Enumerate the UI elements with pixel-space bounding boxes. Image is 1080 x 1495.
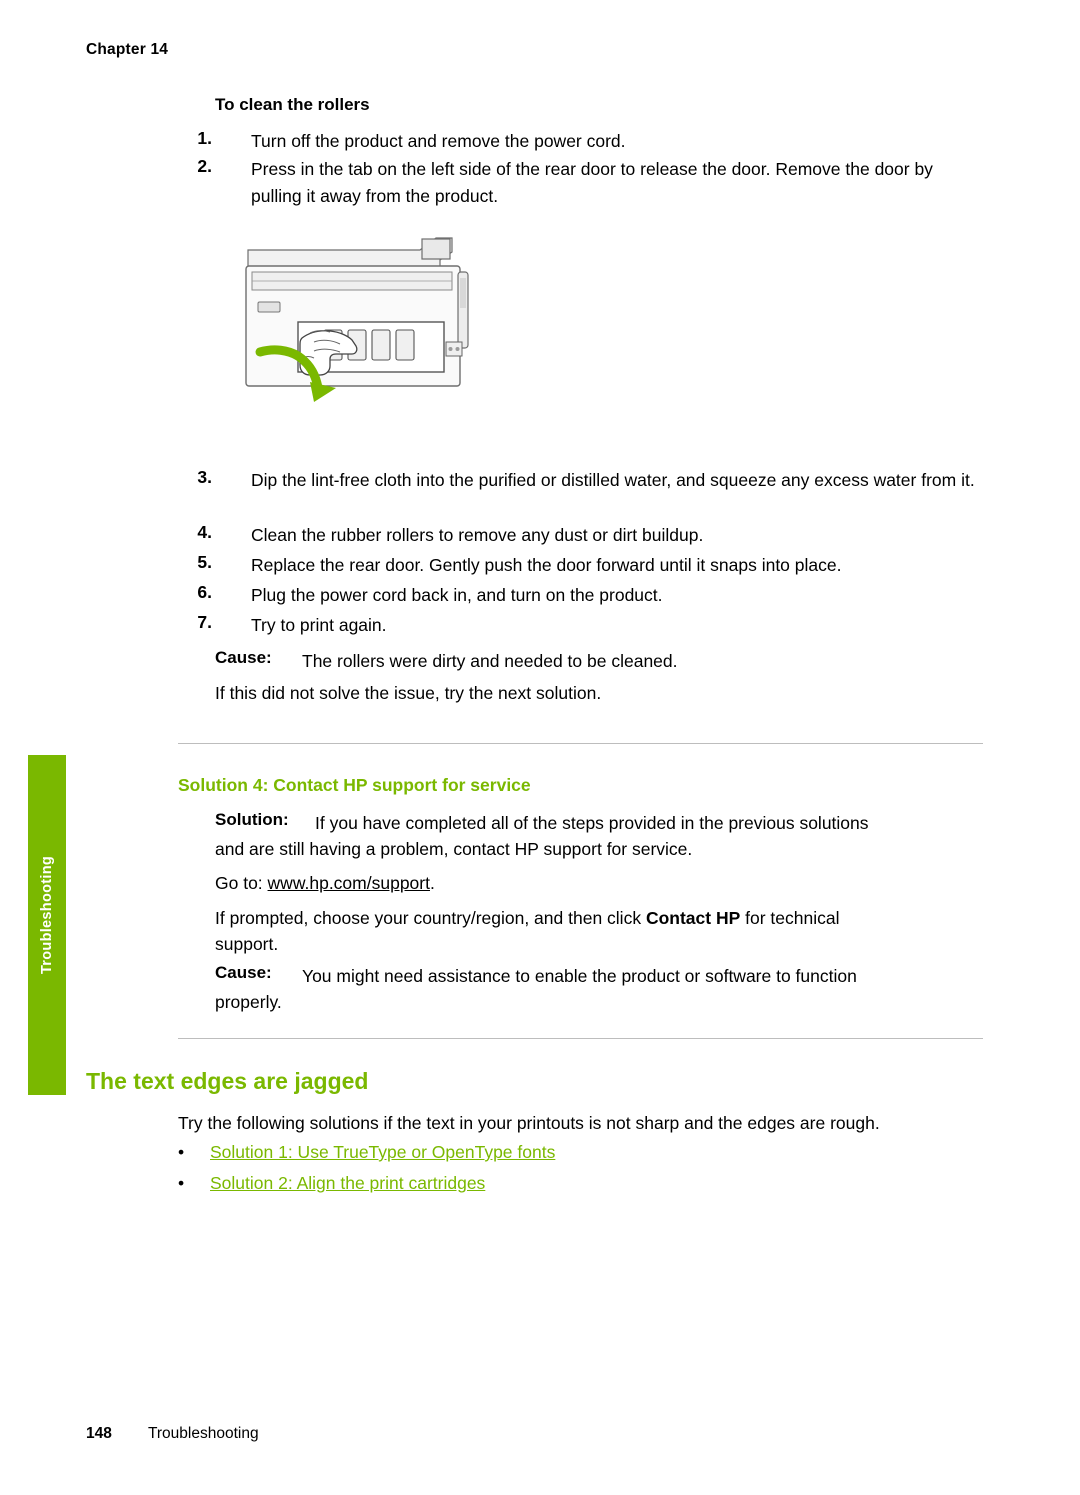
step-number-2: 2. (197, 156, 212, 176)
solution-text-line1: If you have completed all of the steps p… (315, 813, 869, 833)
solution-text-line2: and are still having a problem, contact … (215, 839, 693, 859)
cause-text-1: The rollers were dirty and needed to be … (302, 651, 678, 671)
footer-page-number: 148 (86, 1425, 112, 1442)
cause-text-2-line2: properly. (215, 992, 282, 1012)
step-text-5: Replace the rear door. Gently push the d… (251, 555, 842, 575)
goto-prefix: Go to: (215, 873, 263, 893)
clean-rollers-title: To clean the rollers (215, 95, 370, 114)
prompt-text-a: If prompted, choose your country/region,… (215, 908, 646, 928)
step-number-4: 4. (197, 522, 212, 542)
contact-hp-bold: Contact HP (645, 908, 741, 928)
solution-1-link[interactable]: Solution 1: Use TrueType or OpenType fon… (210, 1142, 555, 1162)
side-tab-label: Troubleshooting (39, 855, 55, 975)
jagged-intro: Try the following solutions if the text … (178, 1113, 880, 1133)
goto-suffix: . (429, 873, 435, 893)
side-tab: Troubleshooting (28, 755, 66, 1095)
cause-label-2: Cause: (215, 963, 272, 982)
prompt-line2: support. (215, 934, 279, 954)
step-number-5: 5. (197, 552, 212, 572)
solution-label: Solution: (215, 810, 289, 829)
bullet-icon-1: • (178, 1142, 185, 1162)
next-solution-note-1: If this did not solve the issue, try the… (215, 683, 602, 703)
step-number-3: 3. (197, 467, 212, 487)
jagged-heading: The text edges are jagged (86, 1068, 369, 1094)
chapter-label: Chapter 14 (86, 41, 169, 58)
solution-4-heading: Solution 4: Contact HP support for servi… (178, 775, 531, 795)
document-page: Chapter 14 Troubleshooting To clean the … (0, 0, 1080, 1495)
step-text-1: Turn off the product and remove the powe… (251, 131, 626, 151)
step-text-3: Dip the lint-free cloth into the purifie… (251, 470, 975, 490)
cause-text-2-line1: You might need assistance to enable the … (302, 966, 857, 986)
printer-rear-door-illustration (240, 230, 540, 430)
step-number-1: 1. (197, 128, 212, 148)
step-text-7: Try to print again. (251, 615, 387, 635)
step-number-7: 7. (197, 612, 212, 632)
divider-2 (178, 1038, 983, 1039)
step-text-4: Clean the rubber rollers to remove any d… (251, 525, 704, 545)
cause-label-1: Cause: (215, 648, 272, 667)
footer-page-label: Troubleshooting (148, 1425, 259, 1442)
prompt-text-b: for technical (740, 908, 840, 928)
step-text-6: Plug the power cord back in, and turn on… (251, 585, 663, 605)
step-number-6: 6. (197, 582, 212, 602)
step-text-2: Press in the tab on the left side of the… (251, 159, 933, 206)
solution-2-link[interactable]: Solution 2: Align the print cartridges (210, 1173, 485, 1193)
divider-1 (178, 743, 983, 744)
bullet-icon-2: • (178, 1173, 185, 1193)
hp-support-link[interactable]: www.hp.com/support (268, 873, 430, 893)
